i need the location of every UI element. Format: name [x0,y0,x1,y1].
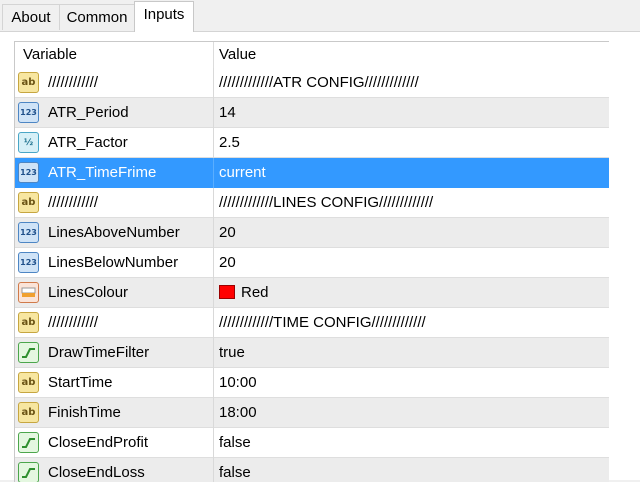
table-row[interactable]: 123 LinesBelowNumber 20 [15,248,609,278]
boolean-type-icon [18,462,39,482]
cell-divider [213,428,214,458]
tab-about[interactable]: About [2,4,60,30]
table-row[interactable]: ab FinishTime 18:00 [15,398,609,428]
table-row[interactable]: ab //////////// /////////////TIME CONFIG//… [15,308,609,338]
variable-name: CloseEndProfit [48,434,149,451]
text-type-icon: ab [18,72,39,93]
variable-value[interactable]: /////////////LINES CONFIG///////////// [219,188,433,218]
variable-name: ATR_Factor [48,134,128,151]
variable-name: LinesAboveNumber [48,224,180,241]
variable-name: LinesColour [48,284,129,301]
variable-name: ATR_Period [48,104,129,121]
variable-value[interactable]: 20 [219,248,236,278]
integer-type-icon: 123 [18,102,39,123]
cell-divider [213,158,214,188]
variable-value[interactable]: 14 [219,98,236,128]
variable-name: //////////// [48,194,99,211]
integer-type-icon: 123 [18,222,39,243]
cell-divider [213,338,214,368]
variable-value[interactable]: 2.5 [219,128,240,158]
cell-divider [213,398,214,428]
boolean-type-icon [18,342,39,363]
variable-value[interactable]: /////////////ATR CONFIG///////////// [219,68,419,98]
column-header-value[interactable]: Value [219,42,256,68]
table-row[interactable]: CloseEndLoss false [15,458,609,482]
double-type-icon: ½ [18,132,39,153]
table-row[interactable]: ab //////////// /////////////ATR CONFIG///… [15,68,609,98]
variable-name: ATR_TimeFrime [48,164,157,181]
table-row[interactable]: 123 ATR_Period 14 [15,98,609,128]
tab-inputs[interactable]: Inputs [134,1,194,32]
variable-name: StartTime [48,374,113,391]
variable-value[interactable]: current [219,158,266,188]
variable-name: CloseEndLoss [48,464,145,481]
table-row[interactable]: CloseEndProfit false [15,428,609,458]
table-body: ab //////////// /////////////ATR CONFIG///… [15,68,609,482]
column-header-variable[interactable]: Variable [23,42,77,68]
text-type-icon: ab [18,372,39,393]
color-name: Red [241,284,269,301]
variable-name: //////////// [48,314,99,331]
variable-value[interactable]: false [219,458,251,482]
table-header: Variable Value [15,42,609,69]
color-type-icon [18,282,39,303]
cell-divider [213,98,214,128]
color-swatch [219,285,235,299]
boolean-type-icon [18,432,39,453]
cell-divider [213,278,214,308]
text-type-icon: ab [18,312,39,333]
cell-divider [213,128,214,158]
integer-type-icon: 123 [18,252,39,273]
table-row[interactable]: ab //////////// /////////////LINES CONFIG/… [15,188,609,218]
cell-divider [213,308,214,338]
inputs-table: Variable Value ab //////////// ///////////… [14,41,609,482]
cell-divider [213,188,214,218]
text-type-icon: ab [18,402,39,423]
text-type-icon: ab [18,192,39,213]
variable-value[interactable]: /////////////TIME CONFIG///////////// [219,308,426,338]
table-row[interactable]: DrawTimeFilter true [15,338,609,368]
inputs-panel: Variable Value ab //////////// ///////////… [0,31,640,482]
tab-bar: About Common Inputs [0,0,640,32]
variable-value[interactable]: 18:00 [219,398,257,428]
variable-value[interactable]: false [219,428,251,458]
column-divider[interactable] [213,42,214,68]
cell-divider [213,68,214,98]
table-row[interactable]: 123 LinesAboveNumber 20 [15,218,609,248]
variable-name: //////////// [48,74,99,91]
cell-divider [213,218,214,248]
variable-value[interactable]: 20 [219,218,236,248]
cell-divider [213,458,214,482]
cell-divider [213,368,214,398]
variable-name: FinishTime [48,404,121,421]
variable-value[interactable]: Red [219,278,269,308]
variable-value[interactable]: true [219,338,245,368]
table-row[interactable]: LinesColour Red [15,278,609,308]
table-row[interactable]: ab StartTime 10:00 [15,368,609,398]
table-row[interactable]: ½ ATR_Factor 2.5 [15,128,609,158]
variable-name: DrawTimeFilter [48,344,150,361]
variable-value[interactable]: 10:00 [219,368,257,398]
variable-name: LinesBelowNumber [48,254,179,271]
tab-common[interactable]: Common [59,4,135,30]
table-row[interactable]: 123 ATR_TimeFrime current [15,158,609,188]
integer-type-icon: 123 [18,162,39,183]
cell-divider [213,248,214,278]
